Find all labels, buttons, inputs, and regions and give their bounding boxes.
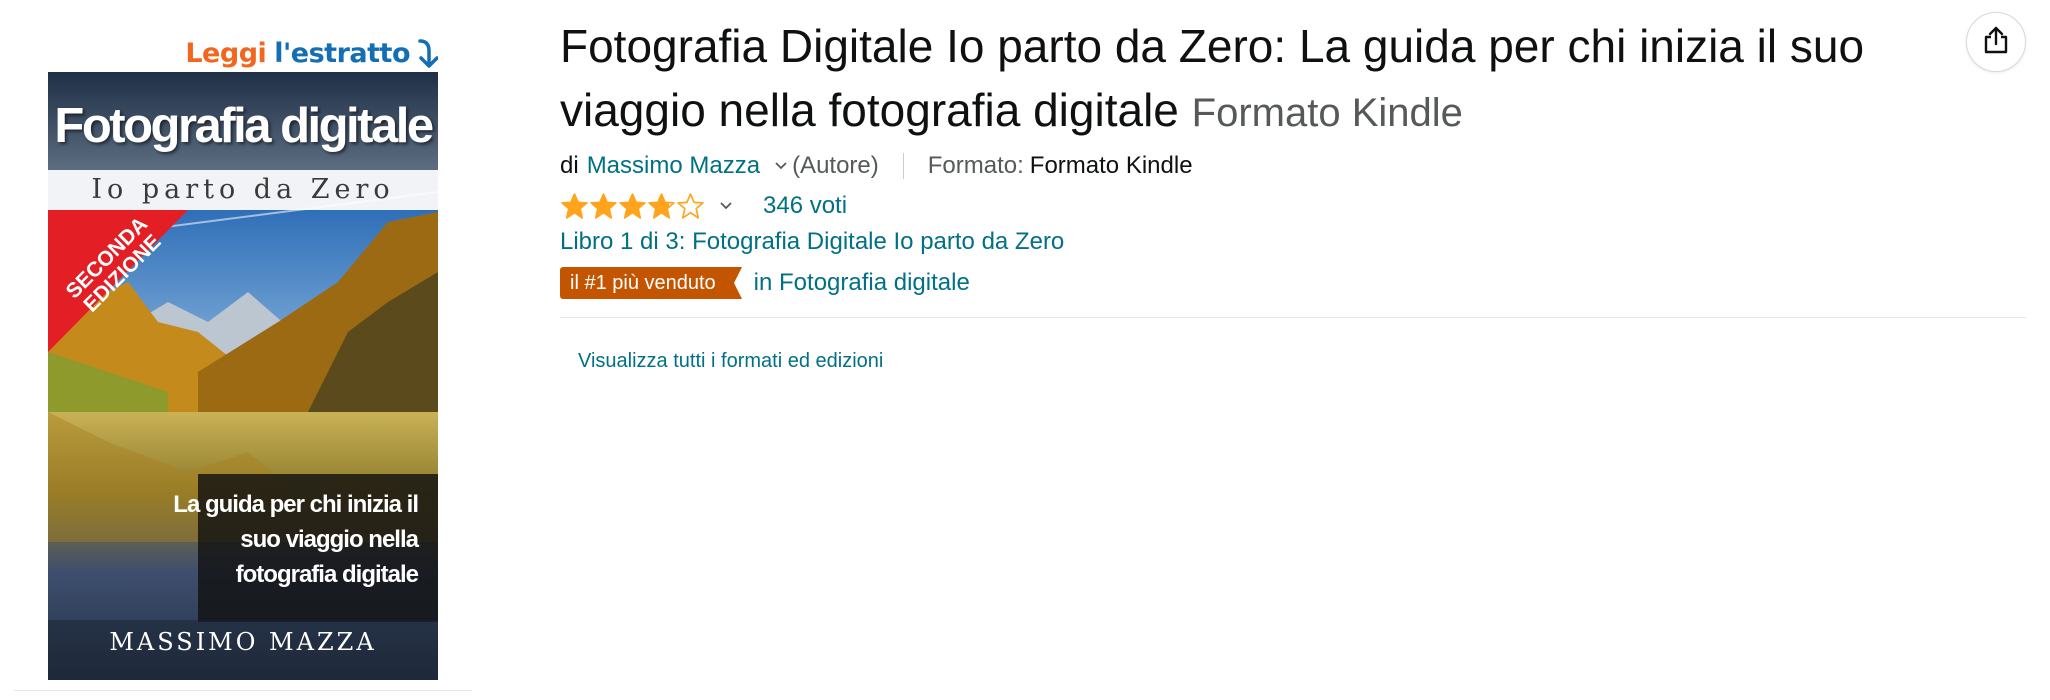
look-inside-link[interactable]: Leggi l'estratto	[185, 38, 438, 69]
product-info: Fotografia Digitale Io parto da Zero: La…	[560, 14, 2030, 373]
rating-chevron-down-icon[interactable]	[719, 201, 733, 211]
look-inside-word2: l'estratto	[274, 38, 410, 69]
author-role: (Autore)	[792, 152, 879, 179]
section-divider	[560, 317, 2026, 318]
arrow-down-icon	[416, 38, 438, 69]
star-rating[interactable]	[560, 192, 705, 220]
star-icon	[619, 193, 646, 219]
format-label: Formato:	[927, 152, 1024, 179]
bestseller-category-link[interactable]: in Fotografia digitale	[754, 269, 970, 297]
star-icon	[561, 193, 588, 219]
byline: di Massimo Mazza (Autore) Formato: Forma…	[560, 151, 2030, 181]
product-title: Fotografia Digitale Io parto da Zero: La…	[560, 14, 1960, 145]
format-value: Formato Kindle	[1029, 152, 1193, 179]
all-formats-link[interactable]: Visualizza tutti i formati ed edizioni	[578, 350, 2030, 373]
product-format-suffix: Formato Kindle	[1191, 91, 1463, 135]
cover-tagline: La guida per chi inizia il suo viaggio n…	[173, 491, 419, 588]
image-block: Leggi l'estratto Fotografia digitale Io …	[14, 36, 472, 691]
cover-title: Fotografia digitale	[54, 99, 434, 153]
cover-author: MASSIMO MAZZA	[109, 628, 377, 656]
byline-divider	[902, 153, 904, 179]
rating-row: 346 voti	[560, 191, 2030, 221]
series-link[interactable]: Libro 1 di 3: Fotografia Digitale Io par…	[560, 227, 2030, 257]
book-cover-image[interactable]: Fotografia digitale Io parto da Zero SEC…	[48, 72, 438, 680]
cover-subtitle: Io parto da Zero	[91, 174, 395, 205]
star-icon	[677, 193, 704, 219]
rating-count-link[interactable]: 346 voti	[763, 192, 847, 220]
byline-prefix: di	[560, 152, 579, 179]
chevron-down-icon[interactable]	[774, 161, 788, 171]
bestseller-row: il #1 più venduto in Fotografia digitale	[560, 267, 2030, 299]
share-icon	[1982, 25, 2010, 59]
bestseller-badge[interactable]: il #1 più venduto	[560, 267, 742, 299]
star-icon	[648, 193, 675, 219]
star-icon	[590, 193, 617, 219]
look-inside-word1: Leggi	[185, 38, 267, 69]
author-link[interactable]: Massimo Mazza	[587, 151, 760, 181]
share-button[interactable]	[1966, 12, 2026, 72]
